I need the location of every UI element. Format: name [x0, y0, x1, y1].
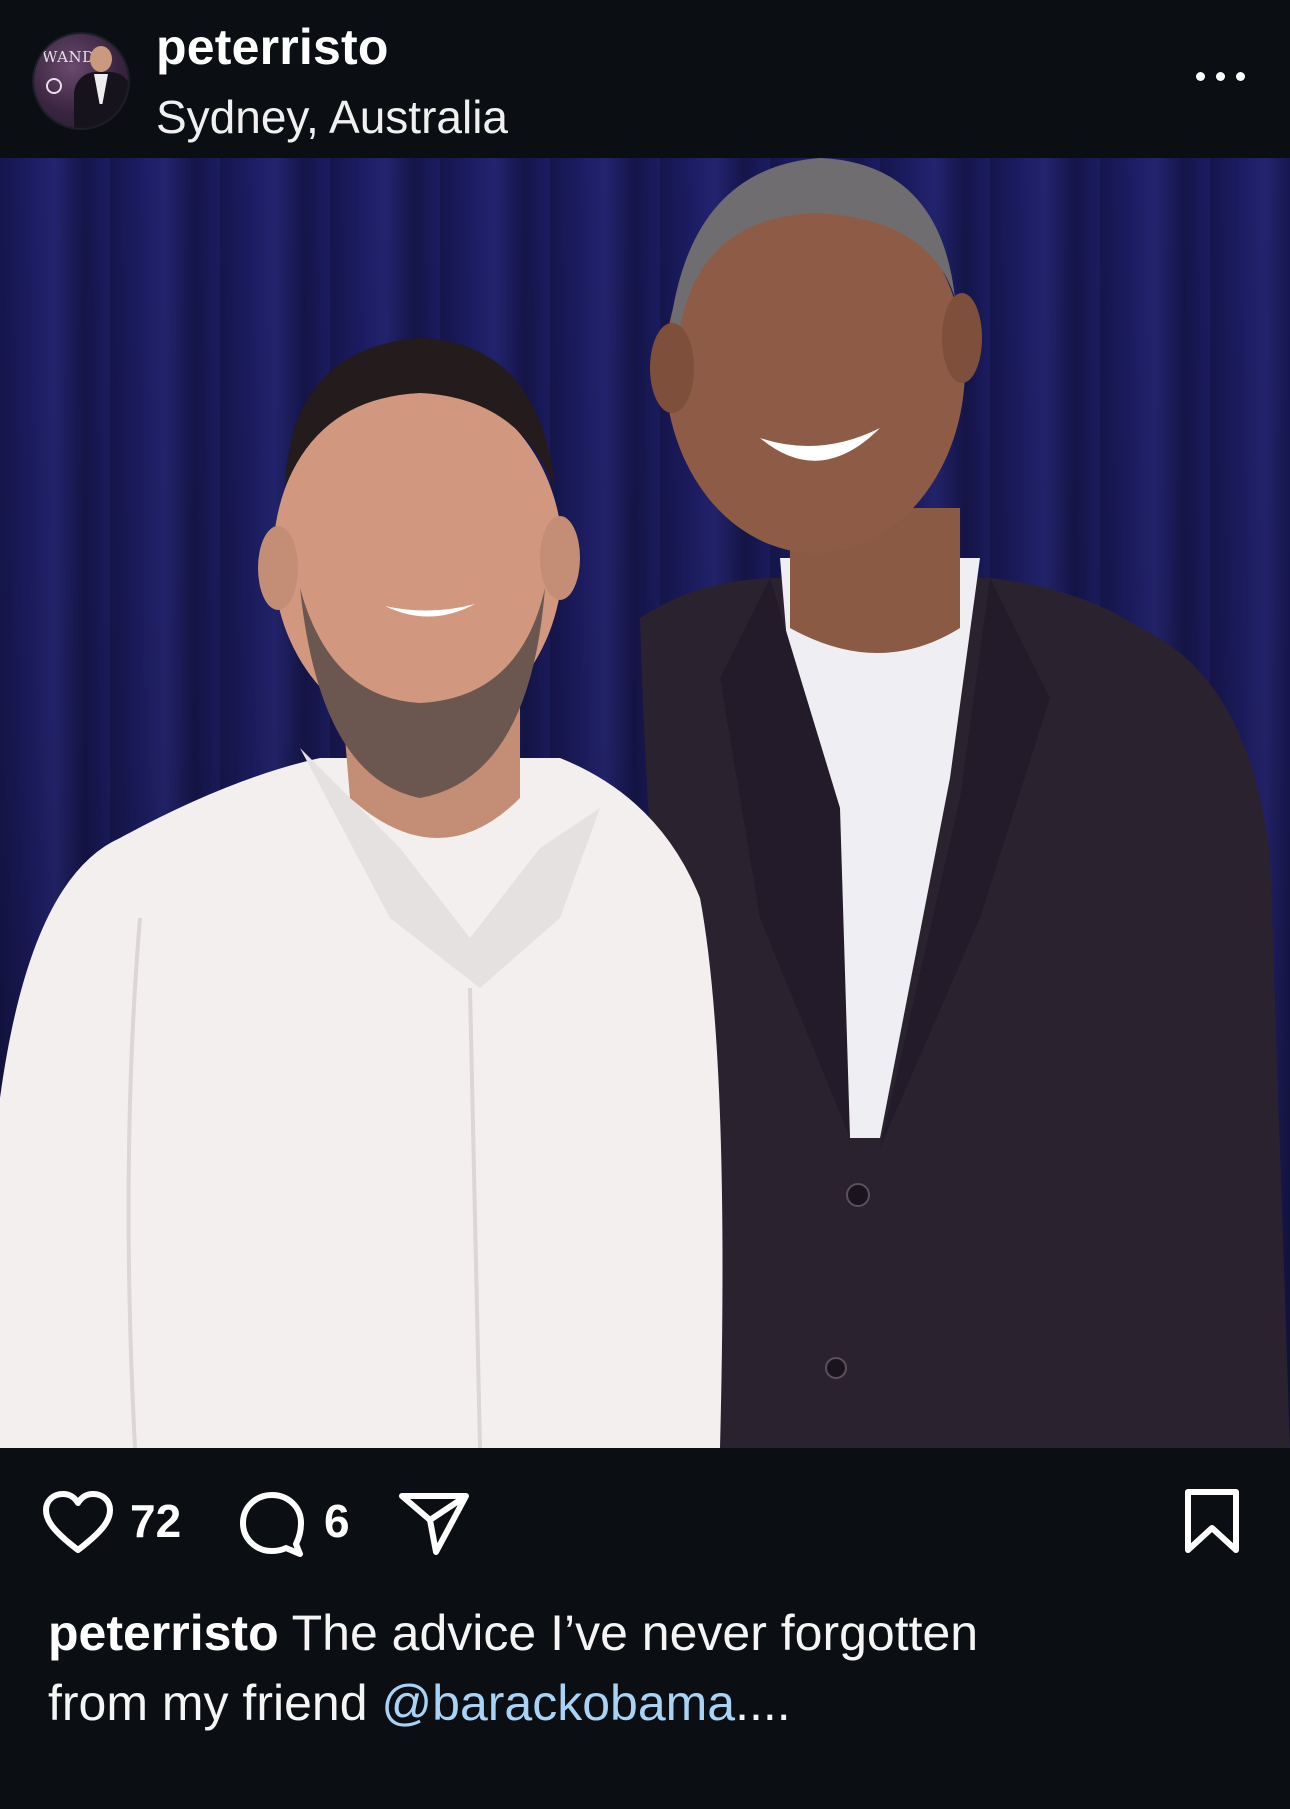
- photo-illustration: [0, 158, 1290, 1448]
- right-person-button-2: [825, 1357, 847, 1379]
- left-person-ear-left: [258, 526, 298, 610]
- avatar-person-head: [90, 46, 112, 72]
- caption-text-2: from my friend: [48, 1675, 382, 1731]
- caption-text-1: The advice I’ve never forgotten: [278, 1605, 979, 1661]
- action-bar: 72 6: [0, 1448, 1290, 1598]
- bookmark-icon[interactable]: [1182, 1488, 1242, 1554]
- likes-count[interactable]: 72: [130, 1494, 181, 1548]
- avatar-crest-icon: [46, 78, 62, 94]
- post-caption: peterristo The advice I’ve never forgott…: [48, 1598, 1238, 1738]
- caption-username[interactable]: peterristo: [48, 1605, 279, 1661]
- comments-count[interactable]: 6: [324, 1494, 350, 1548]
- left-person-ear-right: [540, 516, 580, 600]
- avatar-logo-text: WAND: [42, 48, 95, 66]
- caption-line-2: from my friend @barackobama....: [48, 1668, 1238, 1738]
- share-icon[interactable]: [398, 1490, 470, 1556]
- heart-icon[interactable]: [42, 1490, 114, 1556]
- post-header: WAND peterristo Sydney, Australia: [0, 0, 1290, 158]
- post-username[interactable]: peterristo: [156, 18, 389, 76]
- caption-mention-link[interactable]: @barackobama: [381, 1675, 735, 1731]
- caption-more-ellipsis[interactable]: ....: [735, 1675, 791, 1731]
- comment-icon[interactable]: [238, 1490, 306, 1558]
- caption-line-1: peterristo The advice I’ve never forgott…: [48, 1598, 1238, 1668]
- avatar[interactable]: WAND: [32, 32, 130, 130]
- right-person-button-1: [846, 1183, 870, 1207]
- post-photo[interactable]: [0, 158, 1290, 1448]
- right-person-ear-right: [942, 293, 982, 383]
- post-location[interactable]: Sydney, Australia: [156, 90, 508, 144]
- right-person-ear-left: [650, 323, 694, 413]
- more-options-icon[interactable]: [1192, 60, 1252, 90]
